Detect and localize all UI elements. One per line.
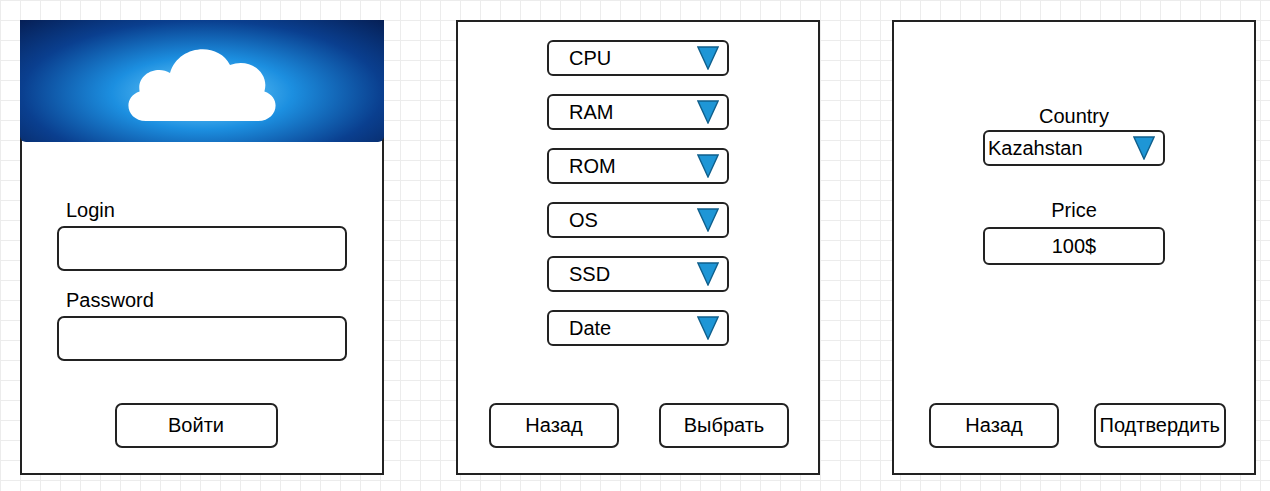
order-screen: Country Kazahstan Price 100$ Назад Подтве…: [892, 20, 1256, 475]
dropdown-arrow-icon: [697, 100, 719, 124]
action-button[interactable]: Назад: [929, 403, 1059, 448]
country-label: Country: [1039, 104, 1109, 128]
login-screen: Login Password Войти: [20, 20, 384, 475]
login-button[interactable]: Войти: [115, 403, 278, 448]
field-label: Password: [57, 288, 347, 312]
dropdown-arrow-icon: [697, 262, 719, 286]
dropdown[interactable]: RAM: [547, 94, 729, 130]
action-button[interactable]: Выбрать: [659, 403, 789, 448]
price-label: Price: [1051, 198, 1097, 222]
dropdown-arrow-icon: [697, 316, 719, 340]
price-field[interactable]: 100$: [983, 227, 1165, 265]
banner-image: [20, 20, 384, 142]
cloud-icon: [122, 36, 282, 126]
dropdown[interactable]: Date: [547, 310, 729, 346]
text-input[interactable]: [57, 316, 347, 361]
dropdown[interactable]: SSD: [547, 256, 729, 292]
dropdown-arrow-icon: [1133, 136, 1155, 160]
dropdown[interactable]: ROM: [547, 148, 729, 184]
action-button[interactable]: Подтвердить: [1094, 403, 1227, 448]
action-button[interactable]: Назад: [489, 403, 619, 448]
dropdown-arrow-icon: [697, 46, 719, 70]
dropdown[interactable]: OS: [547, 202, 729, 238]
text-input[interactable]: [57, 226, 347, 271]
field-label: Login: [57, 198, 347, 222]
dropdown-arrow-icon: [697, 208, 719, 232]
country-dropdown[interactable]: Kazahstan: [983, 130, 1165, 166]
dropdown-arrow-icon: [697, 154, 719, 178]
dropdown[interactable]: CPU: [547, 40, 729, 76]
canvas: Login Password Войти CPU RAM ROM OS SSD …: [0, 0, 1270, 491]
config-screen: CPU RAM ROM OS SSD Date Назад Выбрать: [456, 20, 820, 475]
